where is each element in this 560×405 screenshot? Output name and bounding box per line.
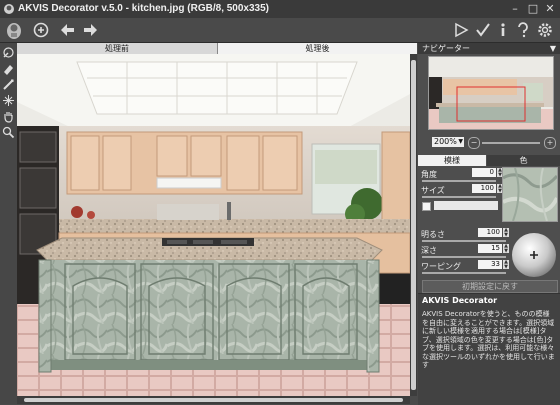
tab-after[interactable]: 処理後: [218, 43, 417, 54]
zoom-row: 200% ▼ − +: [418, 137, 560, 149]
brightness-label: 明るさ: [421, 230, 445, 239]
size-input[interactable]: 100: [472, 184, 496, 193]
navigator-header: ナビゲーター ▼: [418, 43, 560, 54]
hand-icon[interactable]: [2, 110, 15, 123]
zoom-select[interactable]: 200% ▼: [432, 137, 464, 147]
zoom-out-button[interactable]: −: [468, 137, 480, 149]
depth-label: 深さ: [421, 246, 437, 255]
tab-color[interactable]: 色: [487, 155, 560, 166]
vertical-scroll-thumb[interactable]: [411, 60, 416, 390]
tool-panel: [0, 43, 18, 404]
help-box: AKVIS Decorator AKVIS Decoratorを使うと、ものの模…: [418, 293, 560, 405]
depth-spinner[interactable]: ▲ ▼: [503, 244, 509, 253]
settings-icon[interactable]: [536, 21, 554, 39]
warping-slider[interactable]: [422, 272, 506, 274]
maximize-button[interactable]: □: [526, 2, 540, 15]
brightness-input[interactable]: 100: [478, 228, 502, 237]
brightness-spinner[interactable]: ▲ ▼: [503, 228, 509, 237]
kitchen-image: [17, 54, 410, 396]
zoom-value: 200%: [434, 137, 457, 146]
tab-before[interactable]: 処理前: [17, 43, 218, 54]
navigator-title: ナビゲーター: [422, 44, 470, 53]
help-title: AKVIS Decorator: [422, 296, 498, 305]
magic-tool-icon[interactable]: [2, 94, 15, 107]
undo-icon[interactable]: [32, 21, 50, 39]
option-field[interactable]: [434, 201, 498, 210]
back-arrow-icon[interactable]: [58, 21, 76, 39]
info-icon[interactable]: [494, 21, 512, 39]
zoom-slider[interactable]: [482, 142, 540, 144]
app-icon: [3, 3, 15, 15]
close-button[interactable]: ✕: [543, 2, 557, 15]
selection-brush-icon[interactable]: [2, 46, 15, 59]
horizontal-scrollbar[interactable]: [17, 396, 410, 404]
window-title: AKVIS Decorator v.5.0 - kitchen.jpg (RGB…: [18, 3, 270, 14]
size-label: サイズ: [421, 186, 445, 195]
chevron-down-icon: ▼: [458, 138, 463, 145]
collapse-icon[interactable]: ▼: [550, 43, 556, 54]
brightness-slider[interactable]: [422, 240, 506, 242]
warping-spinner[interactable]: ▲ ▼: [503, 260, 509, 269]
toolbar: [0, 18, 560, 43]
eraser-icon[interactable]: [2, 62, 15, 75]
help-text: AKVIS Decoratorを使うと、ものの模様を自由に変えることができます。…: [422, 310, 555, 369]
settings-tabs: 模様 色: [418, 155, 560, 166]
horizontal-scroll-thumb[interactable]: [24, 398, 403, 402]
warping-input[interactable]: 33: [478, 260, 502, 269]
help-icon[interactable]: [514, 21, 532, 39]
size-slider[interactable]: [422, 196, 496, 198]
warping-label: ワーピング: [421, 262, 461, 271]
settings-panel: ナビゲーター ▼ 200% ▼ − + 模様 色 角度 0 ▲ ▼ サイズ 100 …: [418, 43, 560, 405]
light-direction-knob[interactable]: [511, 232, 557, 278]
zoom-icon[interactable]: [2, 126, 15, 139]
vertical-scrollbar[interactable]: [410, 54, 417, 396]
minimize-button[interactable]: –: [508, 2, 522, 15]
angle-input[interactable]: 0: [472, 168, 496, 177]
view-tabs: 処理前 処理後: [17, 43, 417, 54]
run-icon[interactable]: [452, 21, 470, 39]
akvis-logo-icon: [4, 20, 24, 40]
depth-slider[interactable]: [422, 256, 506, 258]
navigator-preview[interactable]: [428, 56, 554, 130]
stroke-tool-icon[interactable]: [2, 78, 15, 91]
angle-slider[interactable]: [422, 180, 496, 182]
depth-input[interactable]: 15: [478, 244, 502, 253]
option-checkbox[interactable]: [422, 202, 431, 211]
title-bar: AKVIS Decorator v.5.0 - kitchen.jpg (RGB…: [0, 0, 560, 19]
forward-arrow-icon[interactable]: [82, 21, 100, 39]
reset-button[interactable]: 初期設定に戻す: [422, 280, 558, 293]
angle-label: 角度: [421, 170, 437, 179]
zoom-in-button[interactable]: +: [544, 137, 556, 149]
apply-icon[interactable]: [474, 21, 492, 39]
image-canvas[interactable]: [17, 54, 410, 396]
tab-pattern[interactable]: 模様: [418, 155, 486, 166]
pattern-thumbnail[interactable]: [502, 167, 558, 222]
